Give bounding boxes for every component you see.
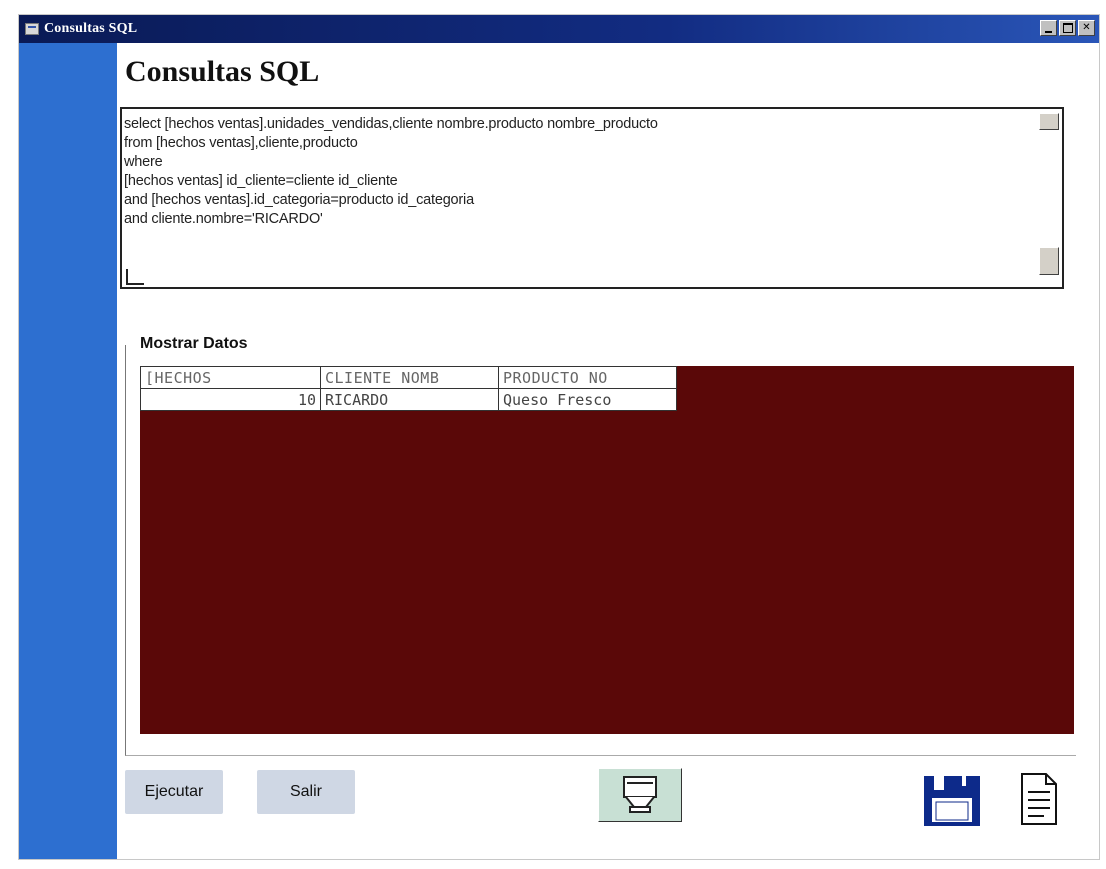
column-header[interactable]: PRODUCTO NO	[498, 366, 677, 389]
column-header[interactable]: CLIENTE NOMB	[320, 366, 499, 389]
sql-query-editor[interactable]: select [hechos ventas].unidades_vendidas…	[120, 107, 1064, 289]
results-table: [HECHOS CLIENTE NOMB PRODUCTO NO 10 RICA…	[140, 366, 677, 411]
query-icon-button[interactable]	[598, 768, 682, 822]
sql-line: and [hechos ventas].id_categoria=product…	[124, 192, 474, 208]
document-icon	[1021, 773, 1057, 825]
page-title: Consultas SQL	[125, 55, 320, 88]
window-title: Consultas SQL	[44, 21, 138, 36]
results-grid[interactable]: [HECHOS CLIENTE NOMB PRODUCTO NO 10 RICA…	[140, 366, 1074, 734]
app-icon	[25, 23, 39, 35]
report-button[interactable]	[1014, 770, 1064, 828]
side-panel	[19, 43, 117, 859]
table-cell[interactable]: Queso Fresco	[498, 388, 677, 411]
sql-line: [hechos ventas] id_cliente=cliente id_cl…	[124, 173, 398, 189]
scroll-down-button[interactable]	[1039, 247, 1059, 275]
database-query-icon	[623, 776, 657, 813]
results-group-label: Mostrar Datos	[138, 335, 250, 353]
sql-line: and cliente.nombre='RICARDO'	[124, 211, 323, 227]
table-header-row: [HECHOS CLIENTE NOMB PRODUCTO NO	[140, 366, 677, 389]
scroll-up-button[interactable]	[1039, 113, 1059, 130]
save-button[interactable]	[922, 772, 982, 828]
floppy-disk-icon	[924, 776, 980, 826]
table-cell[interactable]: 10	[140, 388, 321, 411]
sql-line: from [hechos ventas],cliente,producto	[124, 135, 358, 151]
sql-line: where	[124, 154, 163, 170]
maximize-button[interactable]	[1059, 20, 1076, 36]
column-header[interactable]: [HECHOS	[140, 366, 321, 389]
scroll-left-button[interactable]	[126, 269, 144, 285]
title-bar[interactable]: Consultas SQL ✕	[19, 15, 1099, 43]
close-button[interactable]: ✕	[1078, 20, 1095, 36]
minimize-icon	[1045, 30, 1052, 33]
sql-line: select [hechos ventas].unidades_vendidas…	[124, 116, 658, 132]
minimize-button[interactable]	[1040, 20, 1057, 36]
window-controls: ✕	[1040, 20, 1095, 36]
close-icon: ✕	[1082, 22, 1091, 33]
exit-button[interactable]: Salir	[257, 770, 355, 814]
execute-button[interactable]: Ejecutar	[125, 770, 223, 814]
table-row[interactable]: 10 RICARDO Queso Fresco	[140, 388, 677, 411]
table-cell[interactable]: RICARDO	[320, 388, 499, 411]
maximize-icon	[1062, 23, 1073, 33]
